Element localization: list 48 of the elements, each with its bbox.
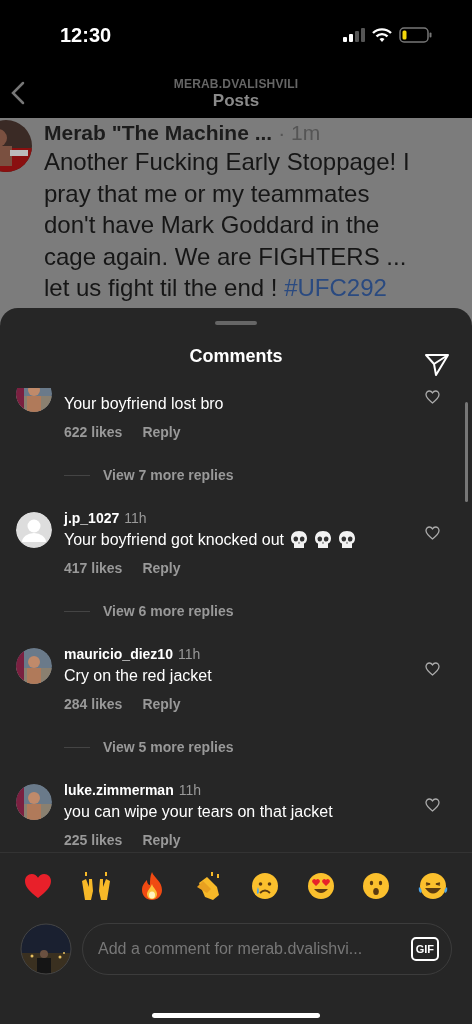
raised-hands-icon[interactable] bbox=[79, 871, 112, 901]
heart-icon[interactable] bbox=[425, 798, 440, 812]
view-replies-link[interactable]: View 5 more replies bbox=[103, 739, 234, 755]
heart-icon[interactable] bbox=[425, 662, 440, 676]
skull-icon bbox=[338, 530, 356, 550]
surprised-face-icon[interactable] bbox=[362, 872, 391, 900]
view-replies-link[interactable]: View 6 more replies bbox=[103, 603, 234, 619]
comment-time: 11h bbox=[177, 646, 201, 662]
skull-icon bbox=[314, 530, 332, 550]
comment-text: Your boyfriend lost bro bbox=[64, 395, 224, 413]
post-author: Merab "The Machine ... bbox=[44, 120, 273, 145]
sheet-handle[interactable] bbox=[215, 321, 257, 325]
page-title: Posts bbox=[212, 91, 260, 111]
gif-button[interactable]: GIF bbox=[410, 937, 439, 961]
comment-time: 11h bbox=[178, 782, 202, 798]
heart-icon[interactable] bbox=[425, 390, 440, 404]
sheet-title: Comments bbox=[189, 346, 283, 367]
reply-link[interactable]: Reply bbox=[142, 424, 181, 440]
wifi-icon bbox=[372, 28, 392, 42]
username[interactable]: j.p_1027 bbox=[64, 510, 120, 526]
laughing-face-icon[interactable] bbox=[417, 872, 448, 900]
username[interactable]: luke.zimmerman bbox=[64, 782, 174, 798]
send-icon[interactable] bbox=[424, 353, 450, 377]
username[interactable]: mauricio_diez10 bbox=[64, 646, 173, 662]
like-count: 284 likes bbox=[64, 696, 123, 712]
heart-emoji-icon[interactable] bbox=[24, 873, 52, 899]
reply-link[interactable]: Reply bbox=[142, 696, 181, 712]
comment-text: Cry on the red jacket bbox=[64, 667, 212, 685]
view-replies-link[interactable]: View 7 more replies bbox=[103, 467, 234, 483]
reply-link[interactable]: Reply bbox=[142, 832, 181, 848]
crying-face-icon[interactable] bbox=[250, 872, 279, 900]
account-name: MERAB.DVALISHVILI bbox=[173, 77, 299, 91]
reply-link[interactable]: Reply bbox=[142, 560, 181, 576]
like-count: 225 likes bbox=[64, 832, 123, 848]
comment-time: 11h bbox=[124, 510, 147, 526]
comment-text: you can wipe your tears on that jacket bbox=[64, 803, 333, 821]
like-count: 417 likes bbox=[64, 560, 123, 576]
heart-icon[interactable] bbox=[425, 526, 440, 540]
back-icon[interactable] bbox=[11, 81, 25, 105]
status-time: 12:30 bbox=[60, 23, 112, 47]
skull-icon bbox=[290, 530, 308, 550]
comment-text: Your boyfriend got knocked out bbox=[64, 531, 284, 549]
post-text: Another Fucking Early Stoppage! I pray that me or my teammates don't have Mark Goddard in the cage again. We are FIGHTERS ... let us fight til the end ! #UFC292 bbox=[44, 147, 411, 303]
default-avatar-icon[interactable] bbox=[16, 512, 52, 548]
battery-icon bbox=[399, 27, 432, 43]
signal-icon bbox=[343, 28, 365, 42]
like-count: 622 likes bbox=[64, 424, 123, 440]
heart-eyes-face-icon[interactable] bbox=[306, 872, 335, 900]
